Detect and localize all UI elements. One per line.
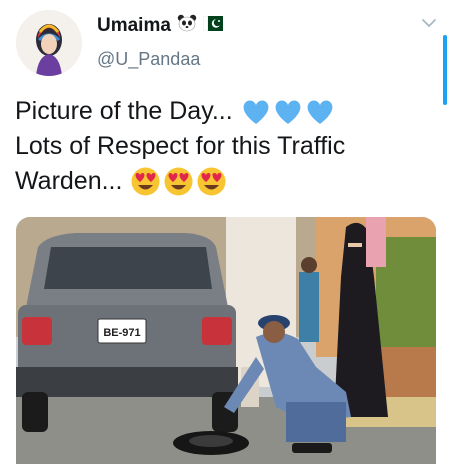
heart-eyes-emoji-icon	[131, 167, 160, 196]
panda-icon	[177, 14, 197, 37]
pakistan-flag-icon	[202, 15, 223, 36]
heart-eyes-emoji-icon	[164, 167, 193, 196]
name-row: Umaima	[97, 14, 223, 37]
scrollbar[interactable]	[443, 35, 447, 105]
tweet-line-3-text: Warden...	[15, 167, 123, 195]
blue-heart-icon	[275, 100, 301, 124]
license-plate-text: BE-971	[103, 327, 140, 339]
blue-hearts	[241, 98, 335, 126]
heart-eyes-emojis	[130, 166, 227, 197]
tweet-text: Picture of the Day... Lots of Respect fo…	[15, 94, 435, 199]
user-handle[interactable]: @U_Pandaa	[97, 49, 200, 70]
tweet-line-3: Warden...	[15, 164, 435, 199]
tweet-card: Umaima @U_Pandaa Picture of the Day... L…	[0, 0, 450, 464]
tweet-photo[interactable]: BE-971	[16, 217, 436, 464]
chevron-down-icon[interactable]	[420, 16, 438, 30]
tweet-line-1: Picture of the Day...	[15, 94, 435, 129]
avatar[interactable]	[16, 10, 82, 76]
display-name[interactable]: Umaima	[97, 15, 171, 37]
tweet-line-1-text: Picture of the Day...	[15, 97, 233, 125]
blue-heart-icon	[243, 100, 269, 124]
heart-eyes-emoji-icon	[197, 167, 226, 196]
tweet-line-2: Lots of Respect for this Traffic	[15, 132, 346, 160]
blue-heart-icon	[307, 100, 333, 124]
